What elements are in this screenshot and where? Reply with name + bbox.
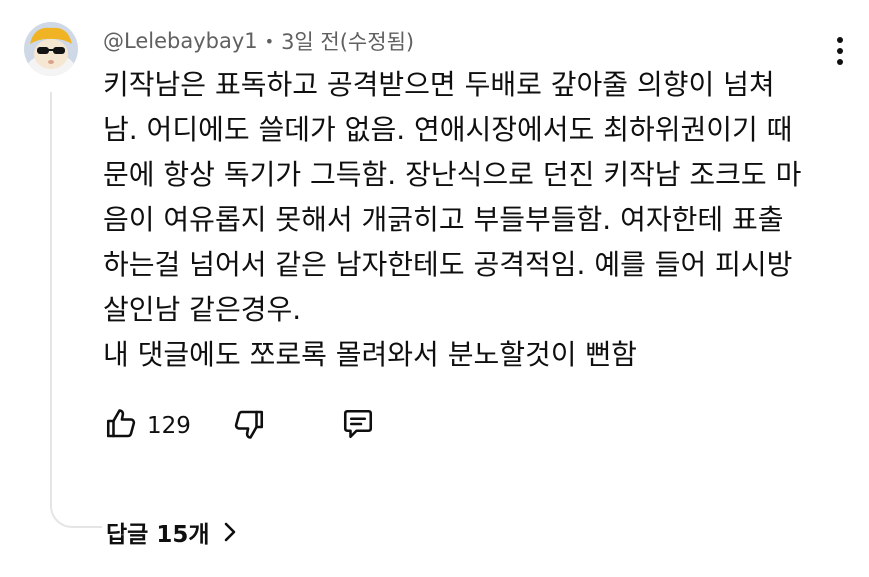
reply-button[interactable] (340, 404, 376, 448)
dislike-button[interactable] (231, 404, 267, 448)
avatar[interactable] (24, 22, 78, 76)
comment-line: 하는걸 넘어서 같은 남자한테도 공격적임. 예를 들어 피시방 (103, 248, 793, 281)
comment-timestamp[interactable]: 3일 전(수정됨) (281, 26, 414, 56)
reply-comment-icon (340, 406, 376, 446)
comment-line: 문에 항상 독기가 그득함. 장난식으로 던진 키작남 조크도 마 (103, 158, 802, 191)
comment-line: 음이 여유롭지 못해서 개긁히고 부들부들함. 여자한테 표출 (103, 203, 784, 236)
comment-text: 키작남은 표독하고 공격받으면 두배로 갚아줄 의향이 넘쳐 남. 어디에도 쓸… (103, 62, 838, 377)
comment-actions: 129 (103, 404, 403, 448)
thumb-down-icon (231, 406, 267, 446)
author-handle[interactable]: @Lelebaybay1 (103, 29, 258, 53)
comment-line: 내 댓글에도 쪼로록 몰려와서 분노할것이 뻔함 (103, 338, 637, 371)
reply-thread-line (50, 92, 102, 528)
thumb-up-icon (103, 406, 139, 446)
like-button[interactable]: 129 (103, 404, 191, 448)
like-count: 129 (147, 413, 191, 439)
comment-line: 키작남은 표독하고 공격받으면 두배로 갚아줄 의향이 넘쳐 (103, 68, 775, 101)
meta-separator: • (264, 31, 275, 51)
view-replies-button[interactable]: 답글 15개 (106, 512, 238, 552)
comment-line: 살인남 같은경우. (103, 293, 302, 326)
comment-line: 남. 어디에도 쓸데가 없음. 연애시장에서도 최하위권이기 때 (103, 113, 793, 146)
comment-meta: @Lelebaybay1 • 3일 전(수정됨) (103, 26, 414, 56)
replies-label: 답글 15개 (106, 522, 210, 548)
avatar-image (24, 22, 78, 76)
chevron-right-icon (222, 520, 238, 544)
